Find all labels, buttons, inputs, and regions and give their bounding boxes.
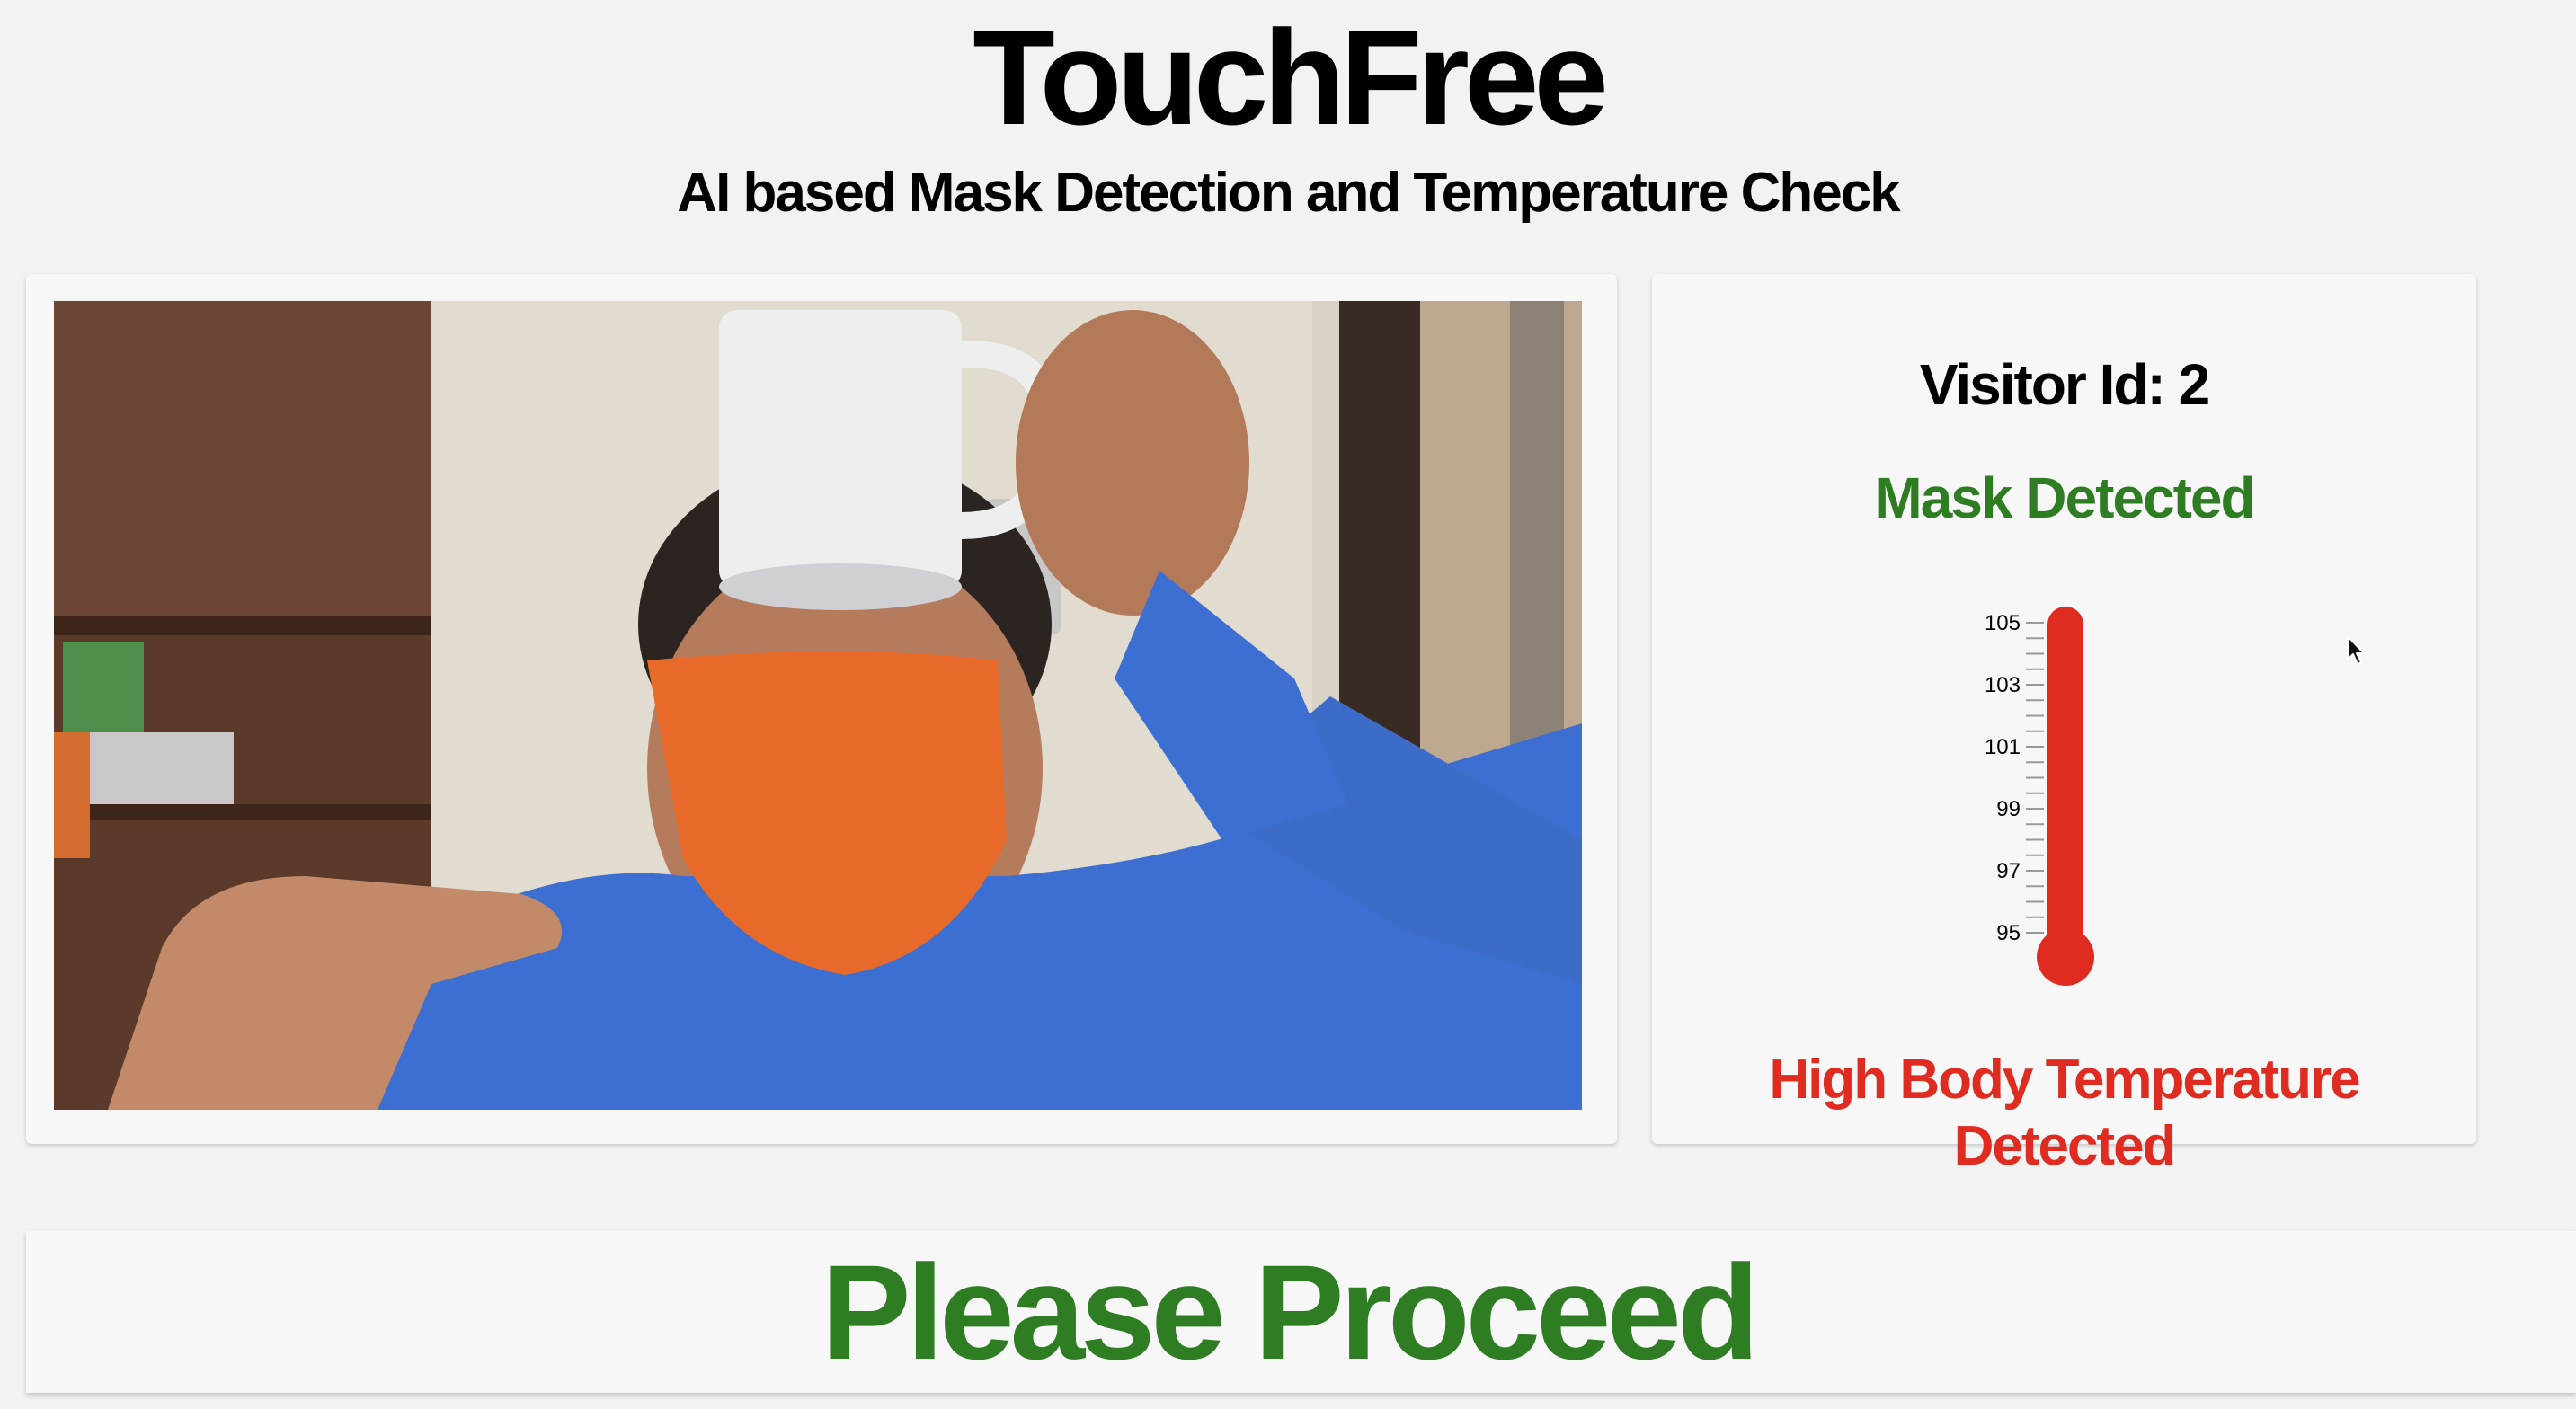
gauge-tick-label: 105 <box>1985 611 2021 635</box>
mouse-pointer-icon <box>2347 635 2365 665</box>
app-title: TouchFree <box>973 2 1609 153</box>
camera-feed-image <box>54 301 1582 1110</box>
proceed-banner: Please Proceed <box>26 1231 2576 1393</box>
gauge-tick-label: 95 <box>1996 921 2021 945</box>
camera-feed <box>54 301 1582 1110</box>
proceed-message: Please Proceed <box>821 1236 1759 1387</box>
gauge-mercury <box>2047 607 2083 955</box>
touchfree-page: TouchFree AI based Mask Detection and Te… <box>0 0 2576 1409</box>
visitor-info-panel: Visitor Id: 2 Mask Detected 105 103 101 99 9… <box>1652 274 2476 1177</box>
temperature-gauge: 105 103 101 99 97 95 <box>1985 607 2094 986</box>
gauge-tick-label: 97 <box>1996 859 2021 883</box>
gauge-bulb <box>2037 928 2094 986</box>
camera-panel <box>26 274 1617 1144</box>
visitor-id: Visitor Id: 2 <box>1919 352 2210 417</box>
app-subtitle: AI based Mask Detection and Temperature … <box>677 162 1900 224</box>
gauge-tick-label: 103 <box>1985 673 2021 697</box>
mask-status: Mask Detected <box>1874 465 2255 530</box>
temperature-status: High Body Temperature Detected <box>1769 1049 2360 1177</box>
gauge-tick-label: 99 <box>1996 797 2021 821</box>
gauge-tick-label: 101 <box>1985 735 2021 759</box>
